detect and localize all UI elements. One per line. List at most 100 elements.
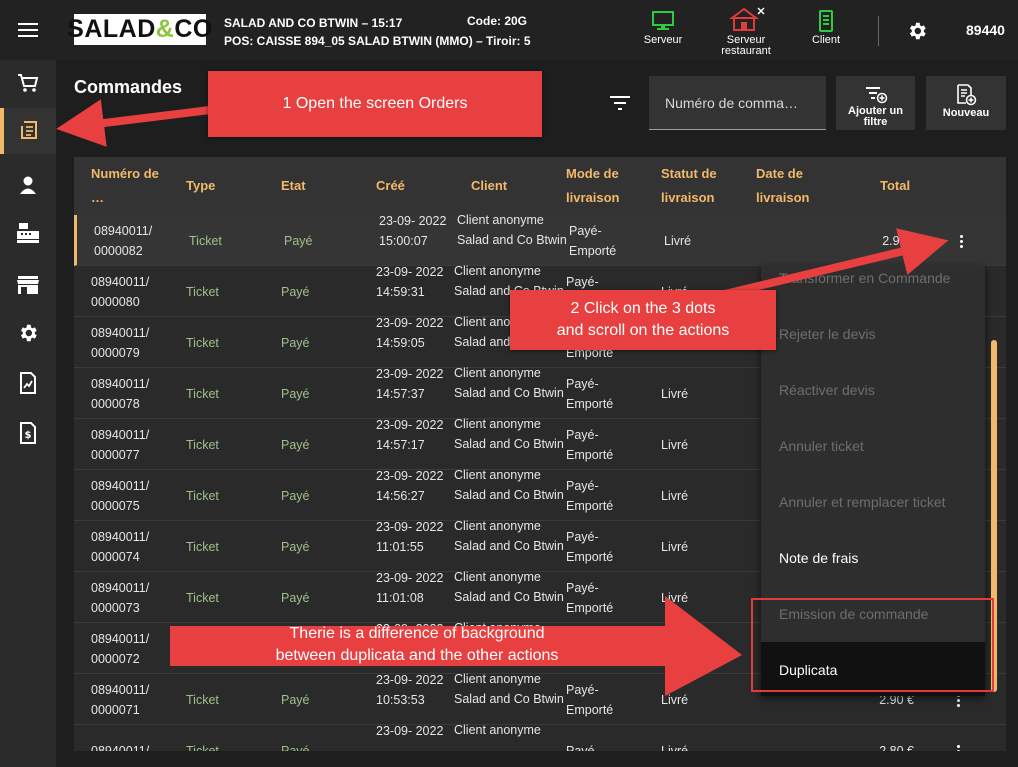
delivery-mode: Payé- Emporté: [566, 580, 614, 615]
order-total: 2.90 €: [882, 233, 917, 248]
column-header-date-livraison[interactable]: Date de livraison: [756, 157, 826, 215]
more-actions-icon[interactable]: [946, 741, 970, 751]
delivery-mode: Payé- Emporté: [566, 682, 614, 717]
delivery-mode: Payé- Emporté: [566, 529, 614, 564]
sidebar-item-shop[interactable]: [0, 262, 56, 308]
delivery-mode: Payé- Emporté: [569, 223, 617, 258]
svg-text:$: $: [25, 430, 32, 441]
more-actions-icon[interactable]: [949, 231, 973, 251]
order-state: Payé: [281, 590, 310, 605]
order-type: Ticket: [186, 284, 219, 299]
delivery-status: Livré: [661, 590, 689, 605]
order-number: 08940011/ 0000075: [91, 478, 150, 513]
column-header-mode-livraison[interactable]: Mode de livraison: [566, 157, 636, 215]
menu-item-r-activer-devis[interactable]: Réactiver devis: [761, 362, 985, 418]
serveur-restaurant-button[interactable]: Serveur restaurant: [712, 6, 780, 57]
new-document-icon: [957, 84, 977, 106]
callout-step-1: 1 Open the screen Orders: [208, 71, 542, 137]
sidebar: $: [0, 60, 56, 767]
order-number: 08940011/ 0000074: [91, 529, 150, 564]
top-bar: SALAD & CO SALAD AND CO BTWIN – 15:17 POS:…: [0, 0, 1018, 60]
store-line-2: POS: CAISSE 894_05 SALAD BTWIN (MMO) – T…: [224, 34, 531, 48]
sidebar-item-register[interactable]: [0, 210, 56, 256]
arrow-step-1: [56, 99, 211, 147]
new-order-button[interactable]: Nouveau: [926, 76, 1006, 130]
header-divider: [878, 16, 879, 46]
order-type: Ticket: [186, 335, 219, 350]
monitor-icon: [652, 11, 674, 30]
menu-item-rejeter-le-devis[interactable]: Rejeter le devis: [761, 306, 985, 362]
menu-item-note-de-frais[interactable]: Note de frais: [761, 530, 985, 586]
order-number: 08940011/ 0000077: [91, 427, 150, 462]
settings-gear-icon[interactable]: [906, 20, 928, 42]
add-filter-icon: [865, 87, 887, 104]
menu-item-transformer-en-commande[interactable]: Transformer en Commande: [761, 266, 985, 306]
delivery-status: Livré: [661, 743, 689, 752]
order-state: Payé: [281, 692, 310, 707]
delivery-mode: Payé- Emporté: [566, 478, 614, 513]
order-state: Payé: [281, 539, 310, 554]
add-filter-button[interactable]: Ajouter un filtre: [836, 76, 915, 130]
sidebar-item-invoices[interactable]: $: [0, 410, 56, 456]
order-number: 08940011/ 0000078: [91, 376, 150, 411]
column-header-cree[interactable]: Créé: [376, 157, 405, 215]
order-state: Payé: [281, 743, 310, 752]
report-icon: [20, 372, 36, 394]
store-code: Code: 20G: [467, 14, 528, 28]
page-title: Commandes: [74, 77, 183, 97]
order-type: Ticket: [189, 233, 222, 248]
order-created: 23-09- 2022: [376, 724, 444, 738]
user-icon: [20, 176, 36, 194]
sidebar-item-cart[interactable]: [0, 60, 56, 106]
table-row[interactable]: 08940011/ 0000082 Ticket Payé 23-09- 2022 1…: [74, 213, 1006, 266]
order-number: 08940011/ 0000082: [94, 223, 153, 258]
delivery-mode: Payé- Emporté: [566, 376, 614, 411]
brand-logo: SALAD & CO: [67, 14, 213, 45]
sidebar-item-reports[interactable]: [0, 360, 56, 406]
order-number: 08940011/ 0000071: [91, 682, 150, 717]
order-state: Payé: [284, 233, 313, 248]
cart-icon: [18, 74, 39, 92]
table-row[interactable]: 08940011/Ticket Payé 23-09- 2022 Client ano…: [74, 723, 1006, 752]
table-header: Numéro de … Type Etat Créé Client Mode d…: [74, 157, 1006, 215]
sidebar-item-orders[interactable]: [0, 108, 56, 154]
column-header-statut-livraison[interactable]: Statut de livraison: [661, 157, 731, 215]
order-number: 08940011/ 0000072: [91, 631, 150, 666]
order-type: Ticket: [186, 386, 219, 401]
order-number: 08940011/ 0000080: [91, 274, 150, 309]
order-total: 2.80 €: [879, 743, 914, 752]
callout-step-2: 2 Click on the 3 dots and scroll on the …: [510, 290, 776, 350]
highlight-box: [751, 598, 994, 692]
delivery-status: Livré: [661, 692, 689, 707]
client-button[interactable]: Client: [806, 10, 846, 46]
delivery-status: Livré: [664, 233, 692, 248]
order-state: Payé: [281, 437, 310, 452]
order-type: Ticket: [186, 488, 219, 503]
filter-icon[interactable]: [610, 96, 630, 110]
menu-item-annuler-ticket[interactable]: Annuler ticket: [761, 418, 985, 474]
orders-icon: [21, 121, 37, 139]
callout-step-3: Therie is a difference of background bet…: [275, 625, 559, 664]
order-number: 08940011/ 0000073: [91, 580, 150, 615]
sidebar-item-user[interactable]: [0, 162, 56, 208]
menu-icon[interactable]: [18, 22, 38, 38]
column-header-type[interactable]: Type: [186, 157, 215, 215]
order-state: Payé: [281, 386, 310, 401]
order-state: Payé: [281, 284, 310, 299]
menu-item-annuler-et-remplacer-ticket[interactable]: Annuler et remplacer ticket: [761, 474, 985, 530]
order-state: Payé: [281, 335, 310, 350]
column-header-etat[interactable]: Etat: [281, 157, 306, 215]
phone-icon: [819, 10, 833, 32]
delivery-status: Livré: [661, 641, 689, 656]
column-header-client[interactable]: Client: [471, 157, 507, 215]
store-icon: [729, 7, 765, 31]
serveur-button[interactable]: Serveur: [640, 10, 686, 46]
column-header-numero[interactable]: Numéro de …: [91, 157, 161, 215]
order-number-search-input[interactable]: [649, 76, 826, 130]
order-state: Payé: [281, 488, 310, 503]
user-id: 89440: [966, 22, 1005, 38]
column-header-total[interactable]: Total: [880, 157, 910, 215]
sidebar-item-settings[interactable]: [0, 310, 56, 356]
order-number: 08940011/ 0000079: [91, 325, 150, 360]
delivery-mode: Payé- Emporté: [566, 427, 614, 462]
